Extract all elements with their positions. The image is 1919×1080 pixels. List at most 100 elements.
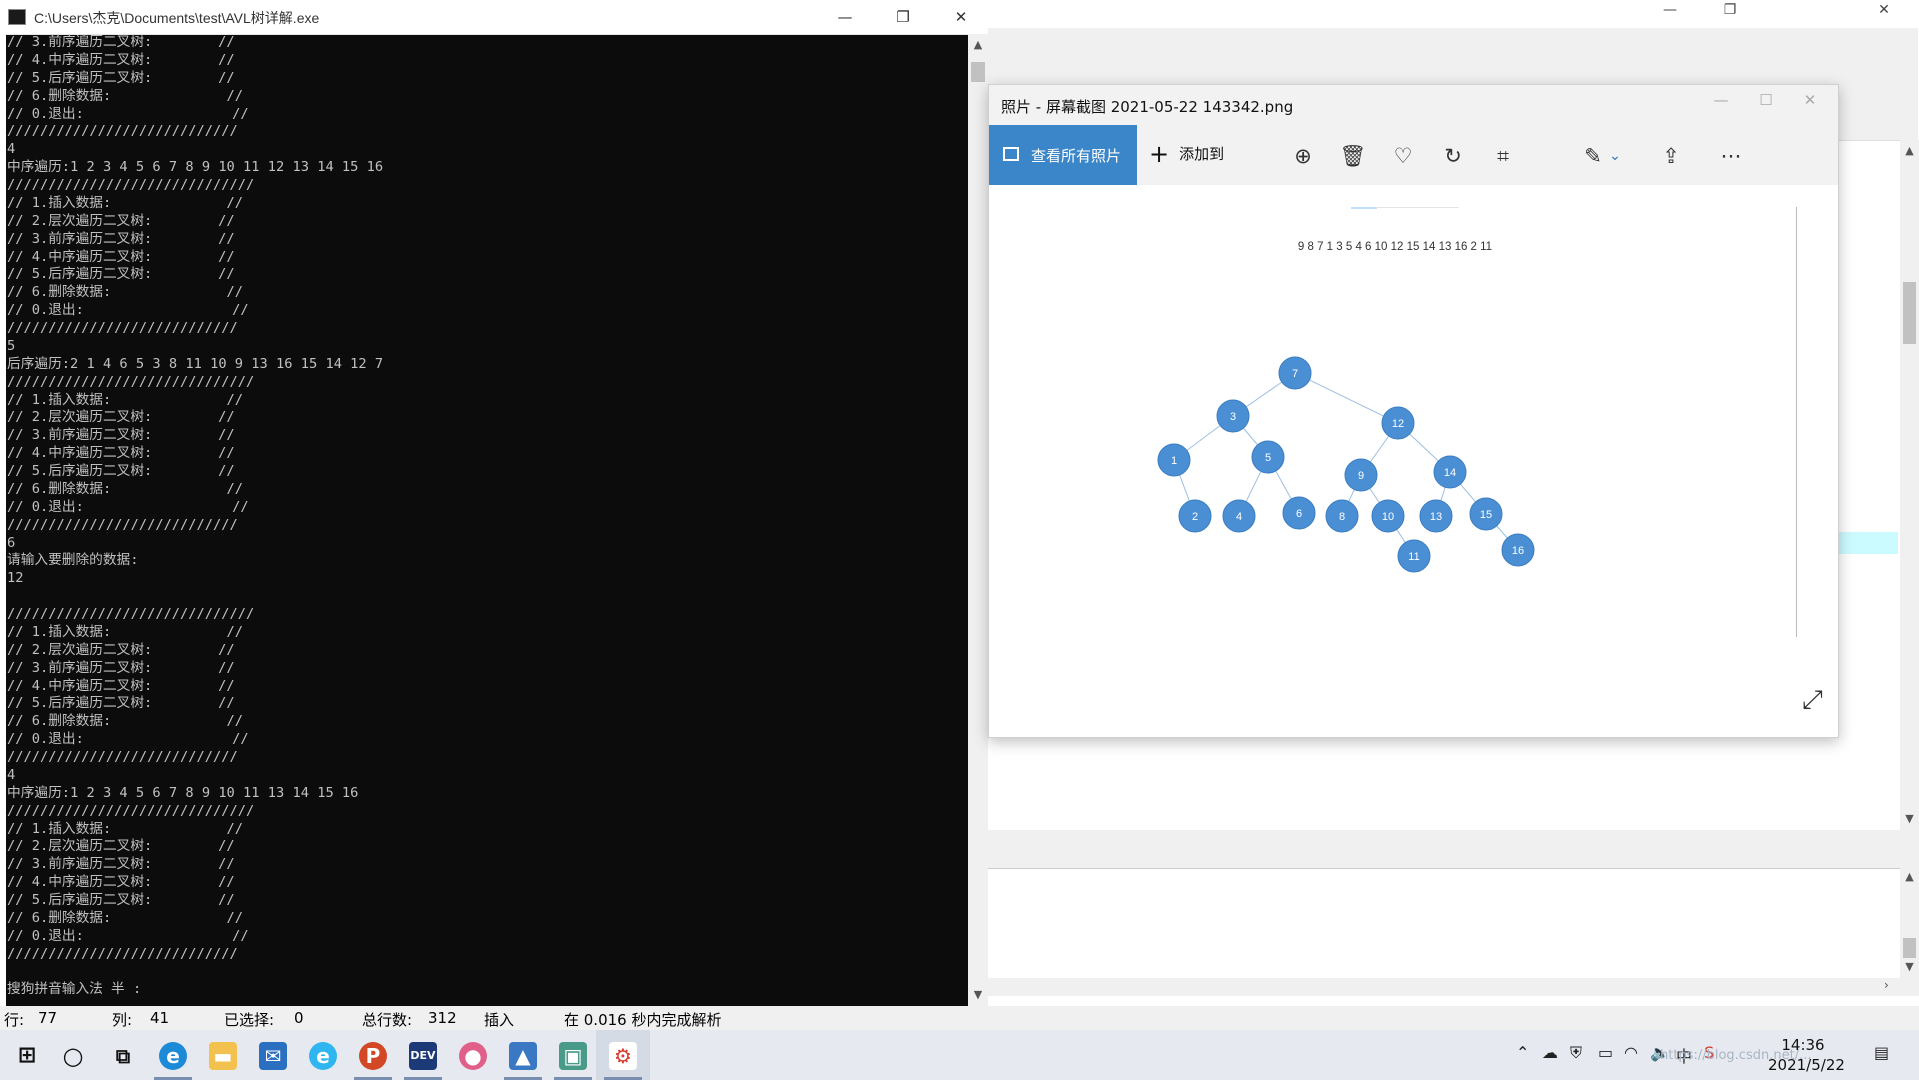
editor-scrollbar[interactable]: ▲ ▼ [1900, 140, 1919, 830]
console-output[interactable]: // 3.前序遍历二叉树: //// 4.中序遍历二叉树: //// 5.后序遍… [7, 34, 967, 1006]
scroll-down-icon[interactable]: ▼ [968, 988, 988, 1001]
console-app-button[interactable]: ⚙ [596, 1030, 650, 1080]
battery-icon[interactable]: ▭ [1598, 1043, 1613, 1062]
scroll-down-icon[interactable]: ▼ [1900, 960, 1919, 973]
chevron-up-icon[interactable]: ⌃ [1516, 1043, 1529, 1062]
output-scrollbar[interactable]: ▲ ▼ [1900, 868, 1919, 978]
row-value: 77 [38, 1009, 58, 1027]
dev-cpp-button[interactable]: DEV [396, 1030, 450, 1080]
folder-icon: ▬ [209, 1042, 237, 1070]
console-line: ////////////////////////////// [7, 802, 255, 819]
search-button[interactable]: ○ [46, 1030, 100, 1080]
insert-sequence: 9 8 7 1 3 5 4 6 10 12 15 14 13 16 2 11 [1298, 241, 1492, 253]
tree-node-label: 16 [1512, 545, 1524, 557]
edge-beta-icon: e [309, 1042, 337, 1070]
console-line: 中序遍历:1 2 3 4 5 6 7 8 9 10 11 13 14 15 16 [7, 784, 359, 801]
scroll-thumb[interactable] [1903, 938, 1916, 958]
row-label: 行: [4, 1011, 25, 1029]
console-scrollbar[interactable]: ▲ ▼ [968, 34, 988, 1006]
restore-icon[interactable]: ❐ [1708, 2, 1752, 18]
file-explorer-button[interactable]: ▬ [196, 1030, 250, 1080]
photo-icon [1003, 147, 1019, 161]
zoom-in-icon[interactable]: ⊕ [1289, 142, 1317, 170]
console-line: //////////////////////////// [7, 516, 238, 533]
scroll-thumb[interactable] [971, 62, 985, 82]
scroll-up-icon[interactable]: ▲ [1900, 870, 1919, 883]
minimize-button[interactable]: — [822, 4, 868, 30]
console-line: ////////////////////////////// [7, 606, 255, 622]
console-text: // 3.前序遍历二叉树: //// 4.中序遍历二叉树: //// 5.后序遍… [7, 34, 967, 999]
console-line: // 6.删除数据: // [7, 87, 244, 104]
edge-icon: e [159, 1042, 187, 1070]
notification-icon[interactable]: ▤ [1874, 1043, 1889, 1062]
console-line: // 1.插入数据: // [7, 623, 244, 640]
ide-divider [988, 830, 1919, 868]
mail-button[interactable]: ✉ [246, 1030, 300, 1080]
close-icon[interactable]: ✕ [1790, 91, 1830, 109]
scroll-up-icon[interactable]: ▲ [968, 38, 988, 51]
console-line: // 2.层次遍历二叉树: // [7, 409, 235, 426]
tree-node-label: 10 [1382, 511, 1394, 523]
console-app-icon: ⚙ [609, 1042, 637, 1070]
scroll-right-icon[interactable]: › [1884, 978, 1889, 992]
app-button[interactable]: ▣ [546, 1030, 600, 1080]
restore-button[interactable]: ❐ [880, 4, 926, 30]
console-line: 后序遍历:2 1 4 6 5 3 8 11 10 9 13 16 15 14 1… [7, 355, 384, 372]
clock[interactable]: 14:36 2021/5/22 [1768, 1035, 1845, 1075]
close-icon[interactable]: ✕ [1862, 2, 1906, 18]
task-view-button[interactable]: ⧉ [96, 1030, 150, 1080]
plus-icon: + [1149, 140, 1170, 168]
selected-value: 0 [294, 1009, 304, 1027]
avl-tree-image: 9 8 7 1 3 5 4 6 10 12 15 14 13 16 2 11 7… [1157, 241, 1535, 573]
photos-toolbar: 查看所有照片 + 添加到 ⊕ 🗑 ♡ ↻ ⌗ ✎ ⌄ ⇪ ⋯ [989, 125, 1838, 185]
crop-icon[interactable]: ⌗ [1489, 142, 1517, 170]
console-line: 4 [7, 141, 16, 158]
favorite-icon[interactable]: ♡ [1389, 142, 1417, 170]
tree-node-label: 1 [1171, 455, 1177, 467]
console-title-bar: C:\Users\杰克\Documents\test\AVL树详解.exe — … [0, 0, 988, 35]
security-icon[interactable]: ⛨ [1570, 1043, 1582, 1063]
delete-icon[interactable]: 🗑 [1339, 142, 1367, 170]
wifi-icon[interactable]: ◠ [1624, 1043, 1638, 1062]
rotate-icon[interactable]: ↻ [1439, 142, 1467, 170]
expand-icon[interactable]: ⤢ [1802, 685, 1823, 716]
tree-node: 1 [1157, 443, 1191, 477]
edge-button[interactable]: e [146, 1030, 200, 1080]
share-icon[interactable]: ⇪ [1657, 142, 1685, 170]
cloud-icon[interactable]: ☁ [1542, 1043, 1558, 1062]
minimize-icon[interactable]: — [1648, 2, 1692, 18]
console-line: 中序遍历:1 2 3 4 5 6 7 8 9 10 11 12 13 14 15… [7, 159, 384, 176]
minimize-icon[interactable]: — [1701, 91, 1741, 109]
scroll-thumb[interactable] [1903, 282, 1916, 344]
maximize-icon[interactable]: ☐ [1746, 91, 1786, 109]
console-line: // 0.退出: // [7, 731, 249, 748]
photo-canvas[interactable]: 9 8 7 1 3 5 4 6 10 12 15 14 13 16 2 11 7… [989, 185, 1838, 737]
tree-node: 2 [1178, 499, 1212, 533]
console-line: //////////////////////////// [7, 123, 238, 140]
scroll-down-icon[interactable]: ▼ [1900, 812, 1919, 825]
add-to-button[interactable]: + 添加到 [1149, 142, 1224, 166]
console-line: // 3.前序遍历二叉树: // [7, 34, 235, 50]
more-icon[interactable]: ⋯ [1717, 142, 1745, 170]
tree-node: 5 [1251, 440, 1285, 474]
paint-button[interactable]: ● [446, 1030, 500, 1080]
photos-button[interactable]: ▲ [496, 1030, 550, 1080]
edge-beta-button[interactable]: e [296, 1030, 350, 1080]
tree-node-label: 6 [1296, 508, 1302, 520]
horizontal-scrollbar[interactable]: › [988, 978, 1919, 996]
console-edge [0, 34, 6, 1006]
output-pane[interactable] [988, 868, 1900, 979]
tree-node-label: 11 [1408, 551, 1419, 563]
scroll-up-icon[interactable]: ▲ [1900, 144, 1919, 157]
console-line: // 3.前序遍历二叉树: // [7, 856, 235, 873]
close-button[interactable]: ✕ [938, 4, 984, 30]
console-line: // 6.删除数据: // [7, 284, 244, 301]
tree-edge [1294, 372, 1399, 424]
console-line: ////////////////////////////// [7, 373, 255, 390]
powerpoint-button[interactable]: P [346, 1030, 400, 1080]
tree-node-label: 15 [1480, 509, 1492, 521]
chevron-down-icon[interactable]: ⌄ [1601, 142, 1629, 170]
console-title: C:\Users\杰克\Documents\test\AVL树详解.exe [34, 10, 320, 26]
tree-node: 9 [1344, 458, 1378, 492]
view-all-photos-button[interactable]: 查看所有照片 [989, 125, 1137, 185]
